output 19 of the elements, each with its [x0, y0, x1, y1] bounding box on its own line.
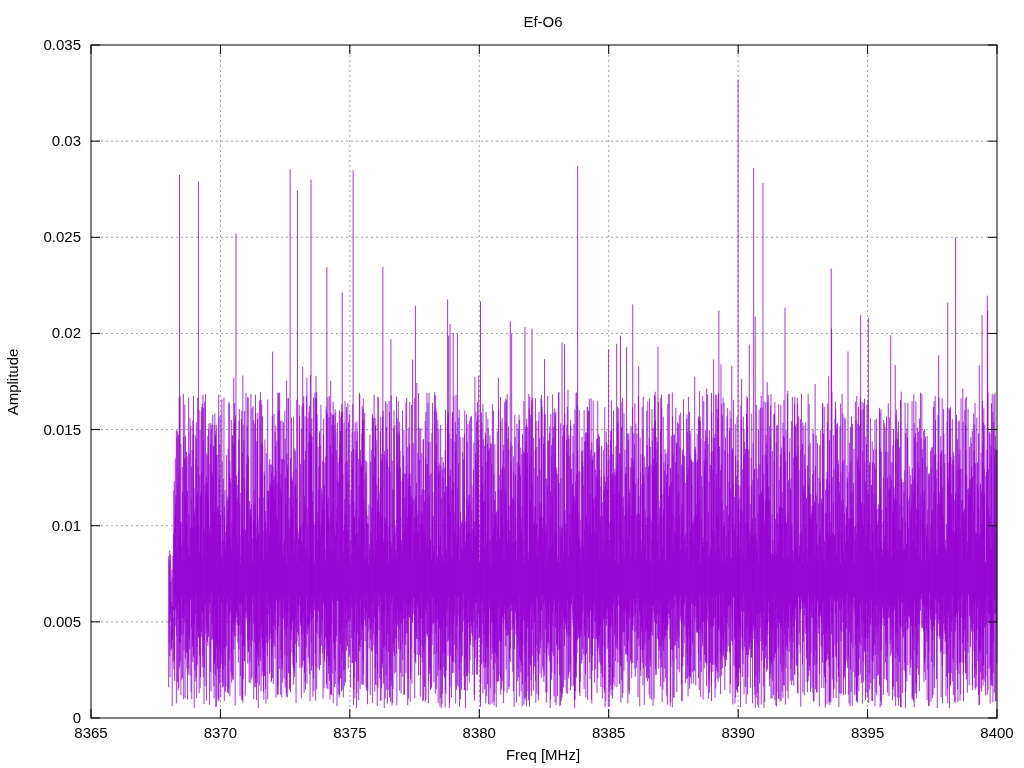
x-tick-label: 8365 — [74, 724, 108, 741]
x-tick-label: 8375 — [333, 724, 367, 741]
y-tick-label: 0.015 — [43, 420, 81, 438]
y-axis-label: Amplitude — [4, 348, 21, 416]
y-tick-label: 0.005 — [43, 612, 81, 630]
y-tick-label: 0.03 — [51, 132, 81, 150]
x-tick-label: 8395 — [850, 724, 885, 741]
x-tick-label: 8385 — [592, 724, 626, 741]
chart-title: Ef-O6 — [523, 13, 563, 30]
y-tick-label: 0.01 — [51, 516, 81, 534]
y-tick-label: 0.02 — [51, 324, 81, 342]
x-tick-label: 8390 — [721, 724, 755, 741]
x-tick-label: 8400 — [980, 724, 1014, 741]
y-tick-label: 0 — [72, 709, 81, 726]
x-tick-label: 8380 — [462, 724, 496, 741]
x-axis-label: Freq [MHz] — [505, 746, 581, 763]
y-tick-label: 0.025 — [43, 228, 81, 246]
y-tick-label: 0.035 — [43, 36, 81, 53]
x-tick-label: 8370 — [203, 724, 238, 741]
